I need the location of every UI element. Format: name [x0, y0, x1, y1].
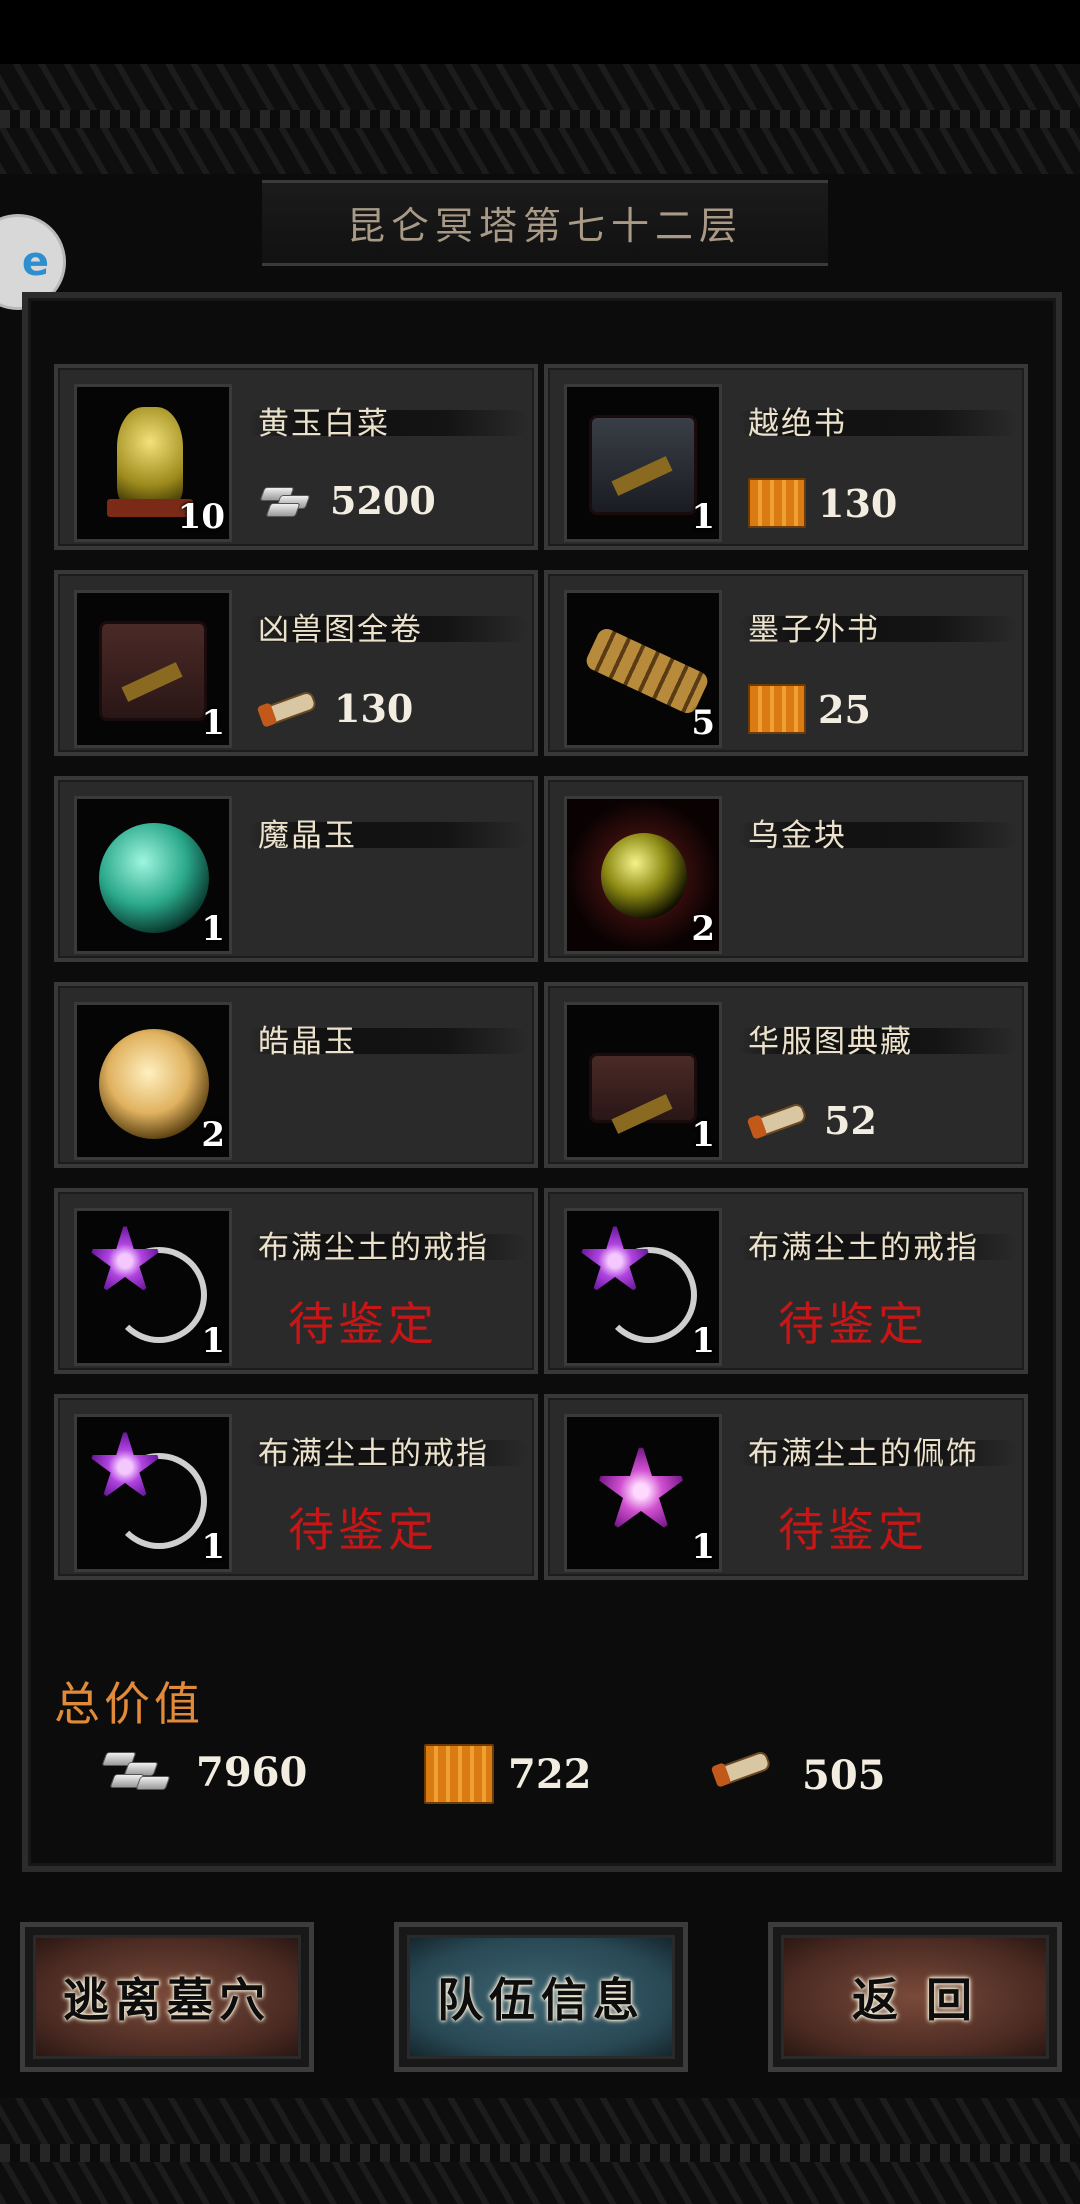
item-thumbnail: 1 [564, 1208, 722, 1366]
item-count: 1 [201, 1321, 225, 1361]
total-silver: 7960 [98, 1744, 307, 1800]
item-thumbnail: 10 [74, 384, 232, 542]
back-button[interactable]: 返 回 [768, 1922, 1062, 2072]
scroll-icon [256, 684, 322, 732]
gold-gem-icon [99, 1029, 209, 1139]
team-info-button[interactable]: 队伍信息 [394, 1922, 688, 2072]
list-item[interactable]: 5 墨子外书 25 [544, 570, 1028, 756]
item-count: 1 [691, 1321, 715, 1361]
item-count: 1 [201, 703, 225, 743]
item-thumbnail: 5 [564, 590, 722, 748]
item-price: 130 [256, 684, 413, 732]
item-thumbnail: 1 [564, 384, 722, 542]
unidentified-status: 待鉴定 [778, 1297, 928, 1351]
item-thumbnail: 1 [74, 590, 232, 748]
item-name: 凶兽图全卷 [258, 612, 423, 648]
list-item[interactable]: 1 华服图典藏 52 [544, 982, 1028, 1168]
scroll-icon [746, 1096, 812, 1144]
item-name: 乌金块 [748, 818, 847, 854]
item-name: 越绝书 [748, 406, 847, 442]
item-count: 1 [201, 1527, 225, 1567]
app-logo-icon: e [21, 239, 49, 285]
item-name: 布满尘土的戒指 [258, 1230, 489, 1266]
item-count: 1 [201, 909, 225, 949]
item-name: 黄玉白菜 [258, 406, 390, 442]
page-title: 昆仑冥塔第七十二层 [346, 204, 743, 248]
list-item[interactable]: 2 乌金块 [544, 776, 1028, 962]
scroll-chest-icon [99, 621, 207, 721]
list-item[interactable]: 2 皓晶玉 [54, 982, 538, 1168]
unidentified-status: 待鉴定 [288, 1297, 438, 1351]
item-count: 2 [691, 909, 715, 949]
loot-list[interactable]: 11 1430 13 195 10 [54, 352, 1046, 1642]
decorative-frieze-top [0, 64, 1080, 174]
item-name: 布满尘土的佩饰 [748, 1436, 979, 1472]
book-chest-icon [589, 415, 697, 515]
floor-title-plate: 昆仑冥塔第七十二层 [262, 180, 828, 266]
escape-tomb-button[interactable]: 逃离墓穴 [20, 1922, 314, 2072]
green-gem-icon [99, 823, 209, 933]
item-price: 25 [748, 684, 871, 734]
pendant-icon [593, 1441, 689, 1532]
list-item[interactable]: 1 布满尘土的戒指 待鉴定 [54, 1394, 538, 1580]
list-item[interactable]: 1 魔晶玉 [54, 776, 538, 962]
item-thumbnail: 1 [74, 796, 232, 954]
item-name: 魔晶玉 [258, 818, 357, 854]
item-count: 1 [691, 1527, 715, 1567]
book-icon [748, 478, 806, 528]
book-icon [424, 1744, 494, 1804]
item-count: 1 [691, 497, 715, 537]
item-name: 墨子外书 [748, 612, 880, 648]
silver-icon [258, 481, 318, 521]
treasure-chest-icon [589, 1053, 697, 1123]
item-price: 52 [746, 1096, 877, 1144]
item-count: 10 [177, 497, 225, 537]
list-item[interactable]: 1 越绝书 130 [544, 364, 1028, 550]
list-item[interactable]: 1 布满尘土的戒指 待鉴定 [544, 1188, 1028, 1374]
jade-cabbage-icon [107, 407, 193, 517]
item-thumbnail: 2 [564, 796, 722, 954]
silver-icon [98, 1744, 182, 1800]
item-name: 布满尘土的戒指 [748, 1230, 979, 1266]
black-gold-orb-icon [601, 833, 687, 919]
list-item[interactable]: 1 布满尘土的佩饰 待鉴定 [544, 1394, 1028, 1580]
status-bar [0, 0, 1080, 64]
scroll-icon [710, 1744, 788, 1806]
decorative-frieze-bottom [0, 2098, 1080, 2204]
total-book: 722 [424, 1744, 592, 1804]
total-scroll: 505 [710, 1744, 886, 1806]
unidentified-status: 待鉴定 [778, 1503, 928, 1557]
list-item[interactable]: 1 凶兽图全卷 130 [54, 570, 538, 756]
item-price: 5200 [258, 478, 436, 523]
item-name: 皓晶玉 [258, 1024, 357, 1060]
item-count: 2 [201, 1115, 225, 1155]
item-thumbnail: 2 [74, 1002, 232, 1160]
item-name: 华服图典藏 [748, 1024, 913, 1060]
item-thumbnail: 1 [564, 1414, 722, 1572]
unidentified-status: 待鉴定 [288, 1503, 438, 1557]
book-icon [748, 684, 806, 734]
total-value-label: 总价值 [54, 1677, 204, 1731]
loot-panel: 11 1430 13 195 10 [22, 292, 1062, 1872]
item-thumbnail: 1 [74, 1208, 232, 1366]
list-item[interactable]: 1 布满尘土的戒指 待鉴定 [54, 1188, 538, 1374]
item-thumbnail: 1 [74, 1414, 232, 1572]
item-thumbnail: 1 [564, 1002, 722, 1160]
list-item[interactable]: 10 黄玉白菜 5200 [54, 364, 538, 550]
item-price: 130 [748, 478, 897, 528]
item-count: 5 [691, 703, 715, 743]
item-count: 1 [691, 1115, 715, 1155]
item-name: 布满尘土的戒指 [258, 1436, 489, 1472]
